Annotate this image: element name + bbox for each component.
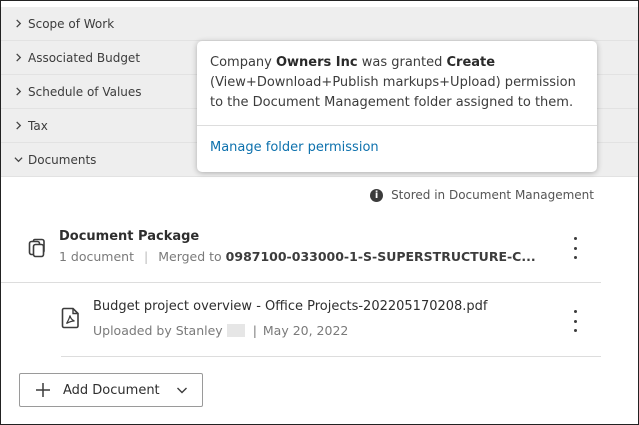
chevron-right-icon [11, 19, 25, 28]
accordion-scope-of-work[interactable]: Scope of Work [1, 7, 638, 41]
company-name: Owners Inc [275, 55, 358, 70]
chevron-right-icon [11, 87, 25, 96]
uploader: Uploaded by Stanley [93, 323, 223, 338]
plus-icon [36, 383, 50, 397]
permission-message: Company Owners Inc was granted Create (V… [210, 53, 590, 113]
message-text: was granted [357, 55, 447, 70]
document-package-icon [28, 238, 45, 258]
merged-label: Merged to [158, 249, 226, 264]
accordion-label: Tax [28, 118, 48, 133]
message-text: to the Document Management folder assign… [210, 95, 574, 110]
upload-date: May 20, 2022 [262, 323, 349, 338]
redacted-name [226, 324, 245, 337]
separator: | [252, 323, 257, 338]
info-icon[interactable]: i [370, 188, 384, 202]
manage-folder-permission-link[interactable]: Manage folder permission [210, 140, 379, 155]
package-meta: 1 document | Merged to 0987100-033000-1-S-… [59, 249, 536, 264]
document-package-row[interactable]: Document Package 1 document | Merged to 09… [1, 216, 601, 283]
document-row[interactable]: Budget project overview - Office Project… [61, 282, 601, 357]
more-options-icon[interactable] [567, 237, 583, 259]
separator: | [144, 249, 149, 264]
chevron-right-icon [11, 121, 25, 130]
message-text: Company [210, 55, 276, 70]
storage-note-text: Stored in Document Management [391, 188, 594, 202]
document-count: 1 document [59, 249, 134, 264]
pdf-file-icon [61, 307, 79, 329]
add-document-label: Add Document [63, 382, 160, 398]
accordion-label: Documents [28, 152, 97, 167]
chevron-down-icon [176, 387, 187, 394]
accordion-label: Associated Budget [28, 50, 141, 65]
more-options-icon[interactable] [567, 310, 583, 332]
storage-note: i Stored in Document Management [370, 188, 594, 202]
accordion-label: Schedule of Values [28, 84, 142, 99]
divider [197, 125, 597, 126]
document-name[interactable]: Budget project overview - Office Project… [93, 299, 488, 314]
permission-level: Create [446, 55, 496, 70]
accordion-label: Scope of Work [28, 16, 115, 31]
permission-popover: Company Owners Inc was granted Create (V… [197, 41, 597, 172]
merged-file-name: 0987100-033000-1-S-SUPERSTRUCTURE-C... [225, 249, 536, 264]
chevron-down-icon [11, 155, 25, 164]
add-document-button[interactable]: Add Document [19, 373, 203, 407]
documents-panel: Scope of Work Associated Budget Schedule… [0, 0, 639, 425]
document-meta: Uploaded by Stanley | May 20, 2022 [93, 323, 348, 338]
permission-detail: (View+Download+Publish markups+Upload) p… [210, 75, 576, 90]
chevron-right-icon [11, 53, 25, 62]
package-title[interactable]: Document Package [59, 229, 199, 244]
